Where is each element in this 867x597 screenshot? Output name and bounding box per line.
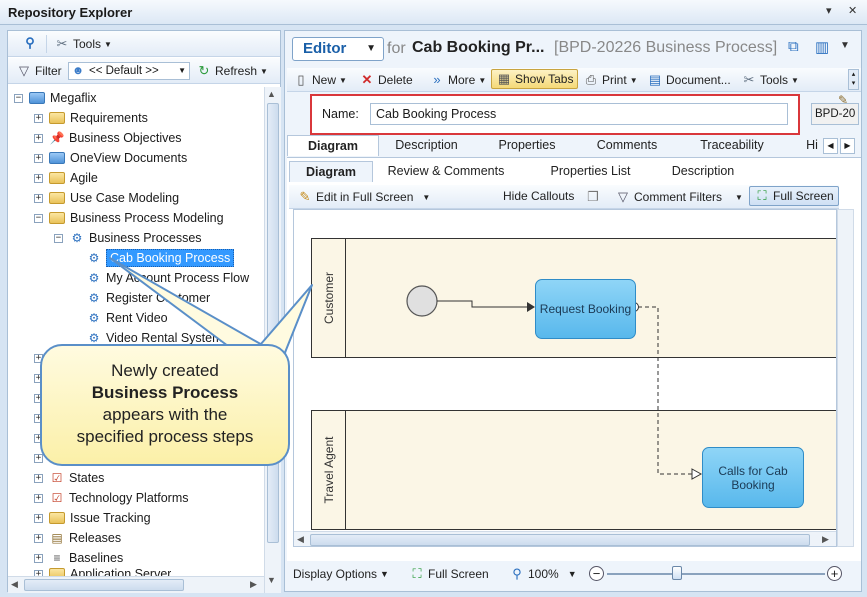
callout-line: specified process steps [76,427,254,446]
callout-line: appears with the [102,405,228,424]
callout-line: Newly created [111,361,219,380]
callout-bubble: Newly created Business Process appears w… [40,344,290,466]
callout-line: Business Process [91,383,239,402]
callout-pointer [109,257,313,361]
